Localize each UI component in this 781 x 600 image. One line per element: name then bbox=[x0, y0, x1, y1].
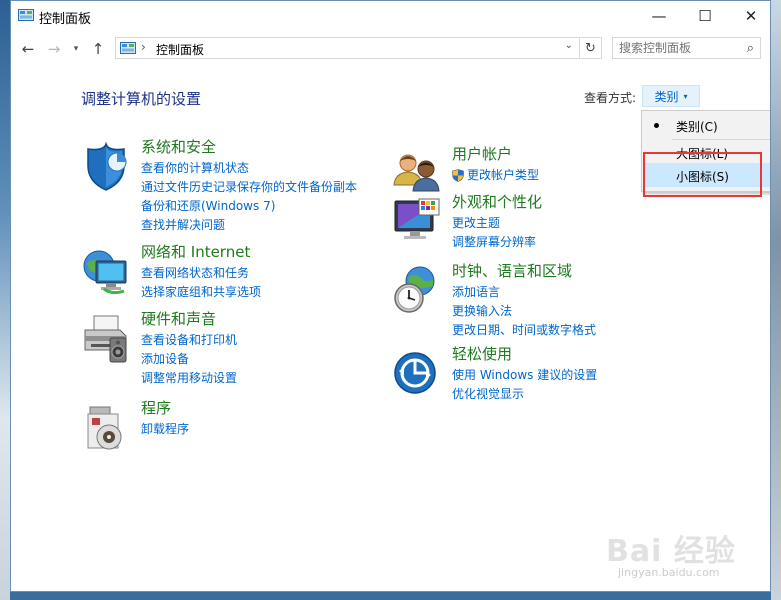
link-optimize-visual-display[interactable]: 优化视觉显示 bbox=[452, 385, 597, 404]
link-change-input-method[interactable]: 更换输入法 bbox=[452, 302, 596, 321]
link-recommended-settings[interactable]: 使用 Windows 建议的设置 bbox=[452, 366, 597, 385]
up-arrow-icon[interactable]: ↑ bbox=[87, 38, 109, 60]
navigation-bar: ← → ▾ ↑ › 控制面板 ⌄ ↻ ⌕ bbox=[11, 35, 770, 63]
forward-arrow-icon[interactable]: → bbox=[43, 38, 65, 60]
breadcrumb-separator-icon[interactable]: › bbox=[141, 40, 146, 54]
refresh-button[interactable]: ↻ bbox=[580, 37, 602, 59]
desktop-right-edge bbox=[771, 0, 781, 600]
control-panel-icon bbox=[18, 9, 34, 21]
category-title[interactable]: 硬件和声音 bbox=[141, 308, 216, 329]
window-title: 控制面板 bbox=[39, 12, 92, 27]
uac-shield-icon bbox=[452, 169, 464, 182]
view-by-value: 类别 bbox=[654, 89, 679, 104]
category-title[interactable]: 程序 bbox=[141, 397, 171, 418]
link-troubleshoot[interactable]: 查找并解决问题 bbox=[141, 216, 357, 235]
link-view-computer-status[interactable]: 查看你的计算机状态 bbox=[141, 159, 357, 178]
link-label: 更改帐户类型 bbox=[467, 168, 540, 182]
users-icon[interactable] bbox=[393, 149, 443, 199]
chevron-down-icon[interactable]: ⌄ bbox=[565, 40, 573, 51]
link-screen-resolution[interactable]: 调整屏幕分辨率 bbox=[452, 233, 536, 252]
watermark-logo: Bai 经验 bbox=[606, 534, 736, 569]
menu-item-category[interactable]: 类别(C) bbox=[643, 113, 770, 137]
watermark-url: jingyan.baidu.com bbox=[618, 566, 720, 579]
printer-icon[interactable] bbox=[82, 314, 132, 364]
maximize-button[interactable]: ☐ bbox=[682, 1, 728, 31]
link-backup-restore[interactable]: 备份和还原(Windows 7) bbox=[141, 197, 357, 216]
breadcrumb[interactable]: 控制面板 bbox=[156, 41, 204, 58]
category-title[interactable]: 网络和 Internet bbox=[141, 241, 250, 262]
link-change-account-type[interactable]: 更改帐户类型 bbox=[452, 166, 539, 185]
security-shield-icon[interactable] bbox=[82, 142, 132, 192]
category-title[interactable]: 用户帐户 bbox=[452, 143, 512, 164]
link-change-theme[interactable]: 更改主题 bbox=[452, 214, 536, 233]
link-devices-printers[interactable]: 查看设备和打印机 bbox=[141, 331, 237, 350]
link-network-status[interactable]: 查看网络状态和任务 bbox=[141, 264, 261, 283]
search-box[interactable]: ⌕ bbox=[612, 37, 761, 59]
control-panel-window: 控制面板 — ☐ ✕ ← → ▾ ↑ › 控制面板 ⌄ ↻ ⌕ 调整计算机的设置… bbox=[10, 0, 771, 592]
link-file-history-backup[interactable]: 通过文件历史记录保存你的文件备份副本 bbox=[141, 178, 357, 197]
link-add-device[interactable]: 添加设备 bbox=[141, 350, 237, 369]
recent-locations-icon[interactable]: ▾ bbox=[65, 38, 87, 60]
search-icon[interactable]: ⌕ bbox=[747, 41, 754, 56]
view-by-label: 查看方式: bbox=[584, 91, 637, 105]
link-date-time-format[interactable]: 更改日期、时间或数字格式 bbox=[452, 321, 596, 340]
ease-of-access-icon[interactable] bbox=[393, 349, 443, 399]
category-title[interactable]: 时钟、语言和区域 bbox=[452, 260, 572, 281]
category-title[interactable]: 轻松使用 bbox=[452, 343, 512, 364]
desktop-left-edge bbox=[0, 0, 10, 600]
view-by-dropdown[interactable]: 类别 ▾ bbox=[642, 85, 700, 107]
network-globe-icon[interactable] bbox=[82, 247, 132, 297]
address-bar[interactable]: › 控制面板 ⌄ bbox=[115, 37, 580, 59]
category-title[interactable]: 系统和安全 bbox=[141, 136, 216, 157]
minimize-button[interactable]: — bbox=[636, 1, 682, 31]
link-homegroup-sharing[interactable]: 选择家庭组和共享选项 bbox=[141, 283, 261, 302]
control-panel-icon bbox=[120, 42, 136, 54]
highlight-annotation-box bbox=[643, 152, 762, 197]
link-mobility-settings[interactable]: 调整常用移动设置 bbox=[141, 369, 237, 388]
monitor-palette-icon[interactable] bbox=[393, 197, 443, 247]
search-input[interactable] bbox=[613, 38, 745, 58]
dropdown-arrow-icon: ▾ bbox=[683, 91, 688, 101]
selected-bullet-icon bbox=[654, 123, 659, 128]
link-add-language[interactable]: 添加语言 bbox=[452, 283, 596, 302]
page-title: 调整计算机的设置 bbox=[81, 90, 202, 108]
category-title[interactable]: 外观和个性化 bbox=[452, 191, 542, 212]
back-arrow-icon[interactable]: ← bbox=[17, 38, 39, 60]
clock-globe-icon[interactable] bbox=[393, 266, 443, 316]
title-bar[interactable]: 控制面板 — ☐ ✕ bbox=[11, 1, 770, 31]
close-button[interactable]: ✕ bbox=[728, 1, 770, 31]
programs-disc-icon[interactable] bbox=[82, 403, 132, 453]
link-uninstall-program[interactable]: 卸载程序 bbox=[141, 420, 189, 439]
